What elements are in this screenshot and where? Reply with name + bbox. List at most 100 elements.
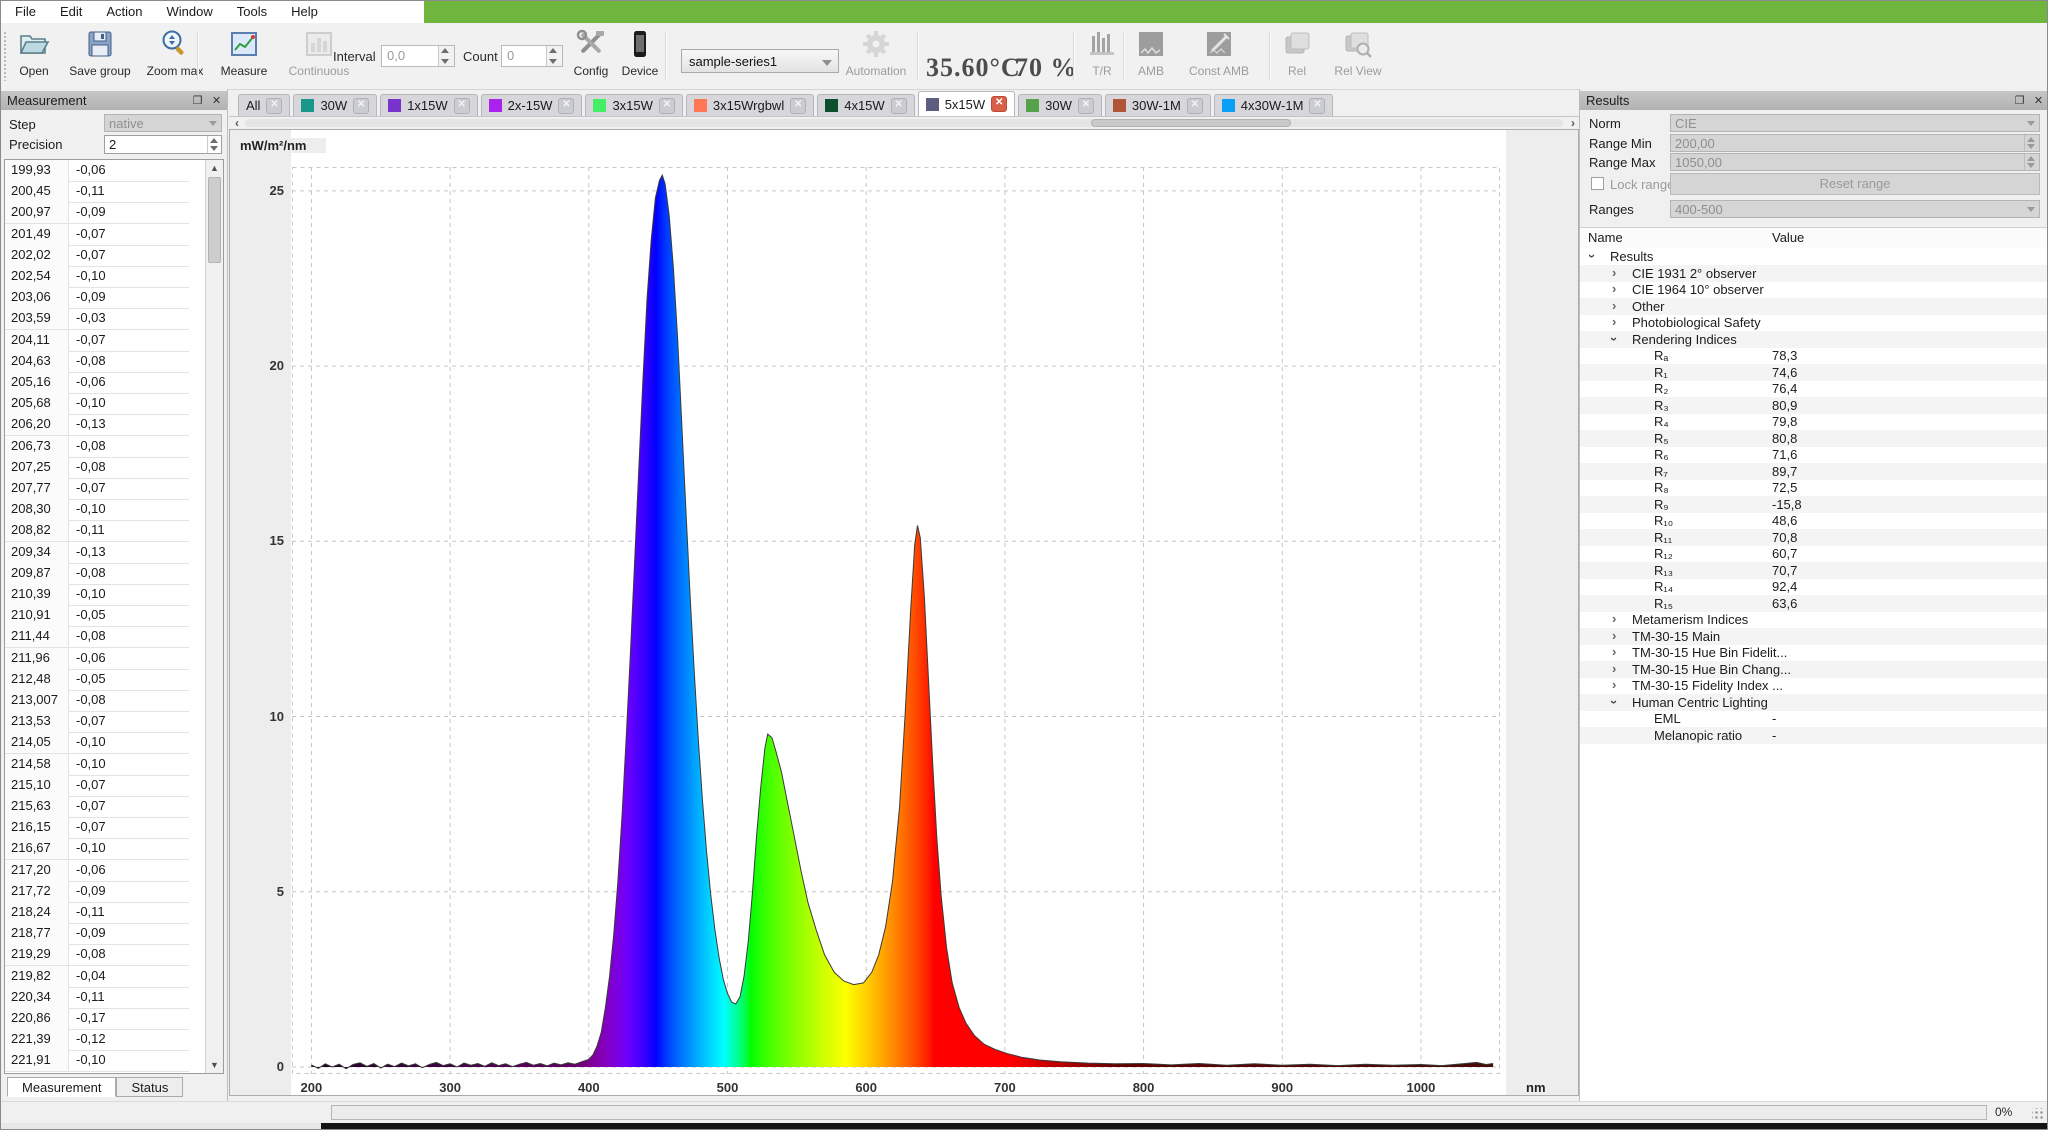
tree-row[interactable]: ›Metamerism Indices (1580, 611, 2048, 628)
menu-window[interactable]: Window (155, 1, 225, 23)
table-row[interactable]: 217,20-0,06 (5, 860, 189, 882)
tree-row[interactable]: ›CIE 1964 10° observer (1580, 281, 2048, 298)
tab-close-icon[interactable]: ✕ (1309, 98, 1325, 114)
tree-row[interactable]: R₁₅63,6 (1580, 595, 2048, 612)
chevron-down-icon[interactable]: › (1606, 336, 1622, 340)
table-row[interactable]: 217,72-0,09 (5, 881, 189, 903)
tree-row[interactable]: R₂76,4 (1580, 380, 2048, 397)
table-row[interactable]: 209,87-0,08 (5, 563, 189, 585)
tree-row[interactable]: ›Photobiological Safety (1580, 314, 2048, 331)
tree-row[interactable]: R₇89,7 (1580, 463, 2048, 480)
chevron-right-icon[interactable]: › (1612, 628, 1616, 644)
spectrum-plot[interactable] (292, 167, 1500, 1074)
table-row[interactable]: 221,39-0,12 (5, 1029, 189, 1051)
table-row[interactable]: 221,91-0,10 (5, 1050, 189, 1072)
table-row[interactable]: 206,20-0,13 (5, 414, 189, 436)
scroll-up-icon[interactable]: ▲ (206, 160, 223, 176)
tree-row[interactable]: R₆71,6 (1580, 446, 2048, 463)
table-row[interactable]: 219,82-0,04 (5, 966, 189, 988)
reset-range-button[interactable]: Reset range (1670, 173, 2040, 195)
config-button[interactable]: Config (567, 27, 615, 85)
tree-row[interactable]: ›CIE 1931 2° observer (1580, 265, 2048, 282)
device-button[interactable]: Device (617, 27, 663, 85)
tab-close-icon[interactable]: ✕ (454, 98, 470, 114)
table-row[interactable]: 204,63-0,08 (5, 351, 189, 373)
table-row[interactable]: 214,58-0,10 (5, 754, 189, 776)
table-row[interactable]: 219,29-0,08 (5, 944, 189, 966)
table-row[interactable]: 205,16-0,06 (5, 372, 189, 394)
tree-row[interactable]: EML- (1580, 710, 2048, 727)
tree-row[interactable]: ›Human Centric Lighting (1580, 694, 2048, 711)
table-row[interactable]: 220,86-0,17 (5, 1008, 189, 1030)
tab-close-icon[interactable]: ✕ (1187, 98, 1203, 114)
interval-spin-arrows[interactable] (438, 46, 454, 66)
tree-row[interactable]: R₃80,9 (1580, 397, 2048, 414)
table-row[interactable]: 208,82-0,11 (5, 520, 189, 542)
tab-2x-15w-3[interactable]: 2x-15W✕ (481, 94, 583, 116)
table-row[interactable]: 202,02-0,07 (5, 245, 189, 267)
table-row[interactable]: 211,44-0,08 (5, 626, 189, 648)
tab-scroll-handle[interactable] (1091, 119, 1291, 127)
tree-row[interactable]: ›Results (1580, 248, 2048, 265)
save-group-button[interactable]: Save group (63, 27, 137, 85)
table-row[interactable]: 220,34-0,11 (5, 987, 189, 1009)
table-row[interactable]: 210,91-0,05 (5, 605, 189, 627)
table-row[interactable]: 215,63-0,07 (5, 796, 189, 818)
tree-row[interactable]: Rₐ78,3 (1580, 347, 2048, 364)
tree-row[interactable]: Melanopic ratio- (1580, 727, 2048, 744)
tree-row[interactable]: ›TM-30-15 Fidelity Index ... (1580, 677, 2048, 694)
tab-scroll-right-icon[interactable]: › (1571, 116, 1575, 130)
chevron-right-icon[interactable]: › (1612, 644, 1616, 660)
chevron-right-icon[interactable]: › (1612, 298, 1616, 314)
table-row[interactable]: 213,53-0,07 (5, 711, 189, 733)
table-row[interactable]: 208,30-0,10 (5, 499, 189, 521)
table-row[interactable]: 216,67-0,10 (5, 838, 189, 860)
chevron-right-icon[interactable]: › (1612, 314, 1616, 330)
toolbar-drag-handle[interactable] (3, 31, 7, 81)
tab-scroll-track[interactable] (245, 119, 1563, 127)
close-panel-icon[interactable]: ✕ (210, 95, 223, 108)
table-row[interactable]: 200,97-0,09 (5, 202, 189, 224)
table-row[interactable]: 216,15-0,07 (5, 817, 189, 839)
tab-close-icon[interactable]: ✕ (558, 98, 574, 114)
table-row[interactable]: 207,25-0,08 (5, 457, 189, 479)
table-row[interactable]: 214,05-0,10 (5, 732, 189, 754)
measurement-table-scrollbar[interactable]: ▲ ▼ (205, 160, 223, 1073)
tree-row[interactable]: ›Other (1580, 298, 2048, 315)
menu-edit[interactable]: Edit (48, 1, 94, 23)
table-row[interactable]: 201,49-0,07 (5, 224, 189, 246)
table-row[interactable]: 199,93-0,06 (5, 160, 189, 182)
table-row[interactable]: 210,39-0,10 (5, 584, 189, 606)
tree-row[interactable]: ›TM-30-15 Hue Bin Chang... (1580, 661, 2048, 678)
chevron-right-icon[interactable]: › (1612, 611, 1616, 627)
tab-scroll-left-icon[interactable]: ‹ (235, 116, 239, 130)
tab-close-icon[interactable]: ✕ (659, 98, 675, 114)
count-spin-arrows[interactable] (546, 46, 562, 66)
precision-spin-arrows[interactable] (207, 136, 221, 153)
table-row[interactable]: 207,77-0,07 (5, 478, 189, 500)
menu-tools[interactable]: Tools (225, 1, 279, 23)
table-row[interactable]: 203,59-0,03 (5, 308, 189, 330)
tree-row[interactable]: R₁74,6 (1580, 364, 2048, 381)
dock-tab-measurement[interactable]: Measurement (7, 1077, 116, 1097)
tree-row[interactable]: R₉-15,8 (1580, 496, 2048, 513)
count-spinbox[interactable]: 0 (501, 45, 563, 67)
tab-3x15wrgbwl-5[interactable]: 3x15Wrgbwl✕ (686, 94, 814, 116)
chevron-right-icon[interactable]: › (1612, 677, 1616, 693)
chevron-down-icon[interactable]: › (1584, 254, 1600, 258)
tab-close-icon[interactable]: ✕ (353, 98, 369, 114)
close-panel-icon[interactable]: ✕ (2032, 95, 2045, 108)
tree-row[interactable]: R₁₁70,8 (1580, 529, 2048, 546)
tree-row[interactable]: R₁₂60,7 (1580, 545, 2048, 562)
tree-row[interactable]: R₅80,8 (1580, 430, 2048, 447)
table-row[interactable]: 209,34-0,13 (5, 542, 189, 564)
chevron-down-icon[interactable]: › (1606, 699, 1622, 703)
precision-spinbox[interactable]: 2 (104, 135, 222, 154)
chevron-right-icon[interactable]: › (1612, 281, 1616, 297)
tab-close-icon[interactable]: ✕ (266, 98, 282, 114)
tab-close-icon[interactable]: ✕ (891, 98, 907, 114)
tab-all-0[interactable]: All✕ (238, 94, 290, 116)
menu-help[interactable]: Help (279, 1, 330, 23)
tree-row[interactable]: R₁₃70,7 (1580, 562, 2048, 579)
table-row[interactable]: 205,68-0,10 (5, 393, 189, 415)
